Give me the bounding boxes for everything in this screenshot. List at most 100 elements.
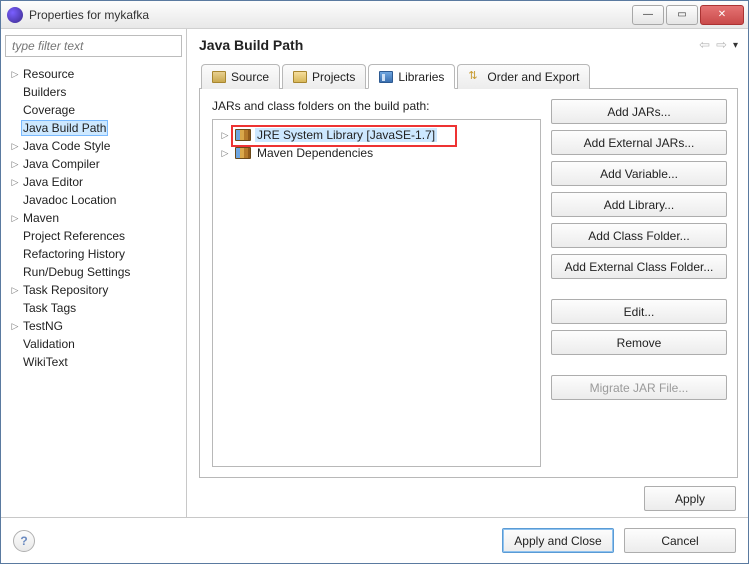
- sidebar-item[interactable]: Builders: [5, 83, 182, 101]
- sidebar-item-label: Java Compiler: [21, 157, 102, 171]
- sidebar-item[interactable]: ▷Java Compiler: [5, 155, 182, 173]
- add-variable-button[interactable]: Add Variable...: [551, 161, 727, 186]
- window-title: Properties for mykafka: [29, 8, 630, 22]
- sidebar-item[interactable]: Run/Debug Settings: [5, 263, 182, 281]
- category-tree[interactable]: ▷ResourceBuildersCoverageJava Build Path…: [5, 63, 182, 511]
- lib-icon: [379, 71, 393, 83]
- sidebar-item-label: Validation: [21, 337, 77, 351]
- sidebar-item-label: Builders: [21, 85, 68, 99]
- expand-arrow-icon: ▷: [9, 285, 21, 296]
- edit-button[interactable]: Edit...: [551, 299, 727, 324]
- sidebar-item-label: Project References: [21, 229, 127, 243]
- sidebar: ▷ResourceBuildersCoverageJava Build Path…: [1, 29, 187, 517]
- sidebar-item-label: Javadoc Location: [21, 193, 118, 207]
- back-icon[interactable]: ⇦: [699, 37, 710, 53]
- sidebar-item-label: Task Repository: [21, 283, 110, 297]
- sidebar-item-label: Java Editor: [21, 175, 85, 189]
- content-pane: Java Build Path ⇦ ⇨ ▾ Source Projects Libr…: [187, 29, 748, 517]
- expand-arrow-icon: ▷: [9, 177, 21, 188]
- library-icon: [235, 129, 251, 141]
- tab-label: Libraries: [398, 70, 444, 84]
- libraries-left: JARs and class folders on the build path…: [212, 99, 541, 467]
- properties-dialog: Properties for mykafka — ▭ ✕ ▷ResourceBu…: [0, 0, 749, 564]
- forward-icon[interactable]: ⇨: [716, 37, 727, 53]
- filter-input[interactable]: [5, 35, 182, 57]
- sidebar-item-label: Task Tags: [21, 301, 78, 315]
- sidebar-item[interactable]: ▷Maven: [5, 209, 182, 227]
- expand-arrow-icon: ▷: [219, 148, 231, 159]
- library-entry[interactable]: ▷ JRE System Library [JavaSE-1.7]: [219, 126, 534, 144]
- src-icon: [212, 71, 226, 83]
- expand-arrow-icon: ▷: [9, 141, 21, 152]
- view-menu-icon[interactable]: ▾: [733, 40, 738, 51]
- proj-icon: [293, 71, 307, 83]
- add-external-jars-button[interactable]: Add External JARs...: [551, 130, 727, 155]
- sidebar-item[interactable]: Javadoc Location: [5, 191, 182, 209]
- add-class-folder-button[interactable]: Add Class Folder...: [551, 223, 727, 248]
- order-icon: [468, 71, 482, 83]
- apply-row: Apply: [199, 478, 738, 511]
- add-library-button[interactable]: Add Library...: [551, 192, 727, 217]
- sidebar-item[interactable]: ▷Task Repository: [5, 281, 182, 299]
- sidebar-item-label: Maven: [21, 211, 61, 225]
- library-entry-label: JRE System Library [JavaSE-1.7]: [255, 128, 437, 142]
- expand-arrow-icon: ▷: [9, 213, 21, 224]
- sidebar-item[interactable]: WikiText: [5, 353, 182, 371]
- maximize-button[interactable]: ▭: [666, 5, 698, 25]
- close-button[interactable]: ✕: [700, 5, 744, 25]
- eclipse-icon: [7, 7, 23, 23]
- sidebar-item[interactable]: Task Tags: [5, 299, 182, 317]
- dialog-footer: ? Apply and Close Cancel: [1, 517, 748, 563]
- library-icon: [235, 147, 251, 159]
- sidebar-item[interactable]: ▷Resource: [5, 65, 182, 83]
- tab-label: Source: [231, 70, 269, 84]
- sidebar-item-label: Java Build Path: [21, 120, 108, 136]
- library-entry-label: Maven Dependencies: [255, 146, 375, 160]
- tab-projects[interactable]: Projects: [282, 64, 366, 89]
- sidebar-item-label: TestNG: [21, 319, 65, 333]
- sidebar-item-label: Run/Debug Settings: [21, 265, 132, 279]
- cancel-button[interactable]: Cancel: [624, 528, 736, 553]
- expand-arrow-icon: ▷: [9, 159, 21, 170]
- tabstrip: Source Projects Libraries Order and Export: [199, 63, 738, 89]
- expand-arrow-icon: ▷: [219, 130, 231, 141]
- sidebar-item-label: Resource: [21, 67, 76, 81]
- libraries-caption: JARs and class folders on the build path…: [212, 99, 541, 113]
- expand-arrow-icon: ▷: [9, 321, 21, 332]
- libraries-panel: JARs and class folders on the build path…: [199, 89, 738, 478]
- tab-label: Projects: [312, 70, 355, 84]
- content-header: Java Build Path ⇦ ⇨ ▾: [199, 37, 738, 53]
- expand-arrow-icon: ▷: [9, 69, 21, 80]
- sidebar-item[interactable]: ▷Java Editor: [5, 173, 182, 191]
- minimize-button[interactable]: —: [632, 5, 664, 25]
- nav-toolbar: ⇦ ⇨ ▾: [699, 37, 738, 53]
- libraries-list[interactable]: ▷ JRE System Library [JavaSE-1.7] ▷ Maven D…: [212, 119, 541, 467]
- footer-buttons: Apply and Close Cancel: [502, 528, 736, 553]
- tab-source[interactable]: Source: [201, 64, 280, 89]
- titlebar: Properties for mykafka — ▭ ✕: [1, 1, 748, 29]
- library-entry[interactable]: ▷ Maven Dependencies: [219, 144, 534, 162]
- dialog-body: ▷ResourceBuildersCoverageJava Build Path…: [1, 29, 748, 517]
- sidebar-item[interactable]: Java Build Path: [5, 119, 182, 137]
- remove-button[interactable]: Remove: [551, 330, 727, 355]
- apply-and-close-button[interactable]: Apply and Close: [502, 528, 614, 553]
- tab-label: Order and Export: [487, 70, 579, 84]
- tab-libraries[interactable]: Libraries: [368, 64, 455, 89]
- sidebar-item-label: Coverage: [21, 103, 77, 117]
- sidebar-item-label: WikiText: [21, 355, 70, 369]
- tab-order-and-export[interactable]: Order and Export: [457, 64, 590, 89]
- apply-button[interactable]: Apply: [644, 486, 736, 511]
- sidebar-item-label: Refactoring History: [21, 247, 127, 261]
- sidebar-item[interactable]: Refactoring History: [5, 245, 182, 263]
- window-buttons: — ▭ ✕: [630, 5, 744, 25]
- sidebar-item[interactable]: ▷Java Code Style: [5, 137, 182, 155]
- help-icon[interactable]: ?: [13, 530, 35, 552]
- add-external-class-folder-button[interactable]: Add External Class Folder...: [551, 254, 727, 279]
- page-title: Java Build Path: [199, 37, 303, 53]
- add-jars-button[interactable]: Add JARs...: [551, 99, 727, 124]
- libraries-button-column: Add JARs... Add External JARs... Add Var…: [551, 99, 727, 467]
- sidebar-item[interactable]: Validation: [5, 335, 182, 353]
- sidebar-item[interactable]: Coverage: [5, 101, 182, 119]
- sidebar-item[interactable]: Project References: [5, 227, 182, 245]
- sidebar-item[interactable]: ▷TestNG: [5, 317, 182, 335]
